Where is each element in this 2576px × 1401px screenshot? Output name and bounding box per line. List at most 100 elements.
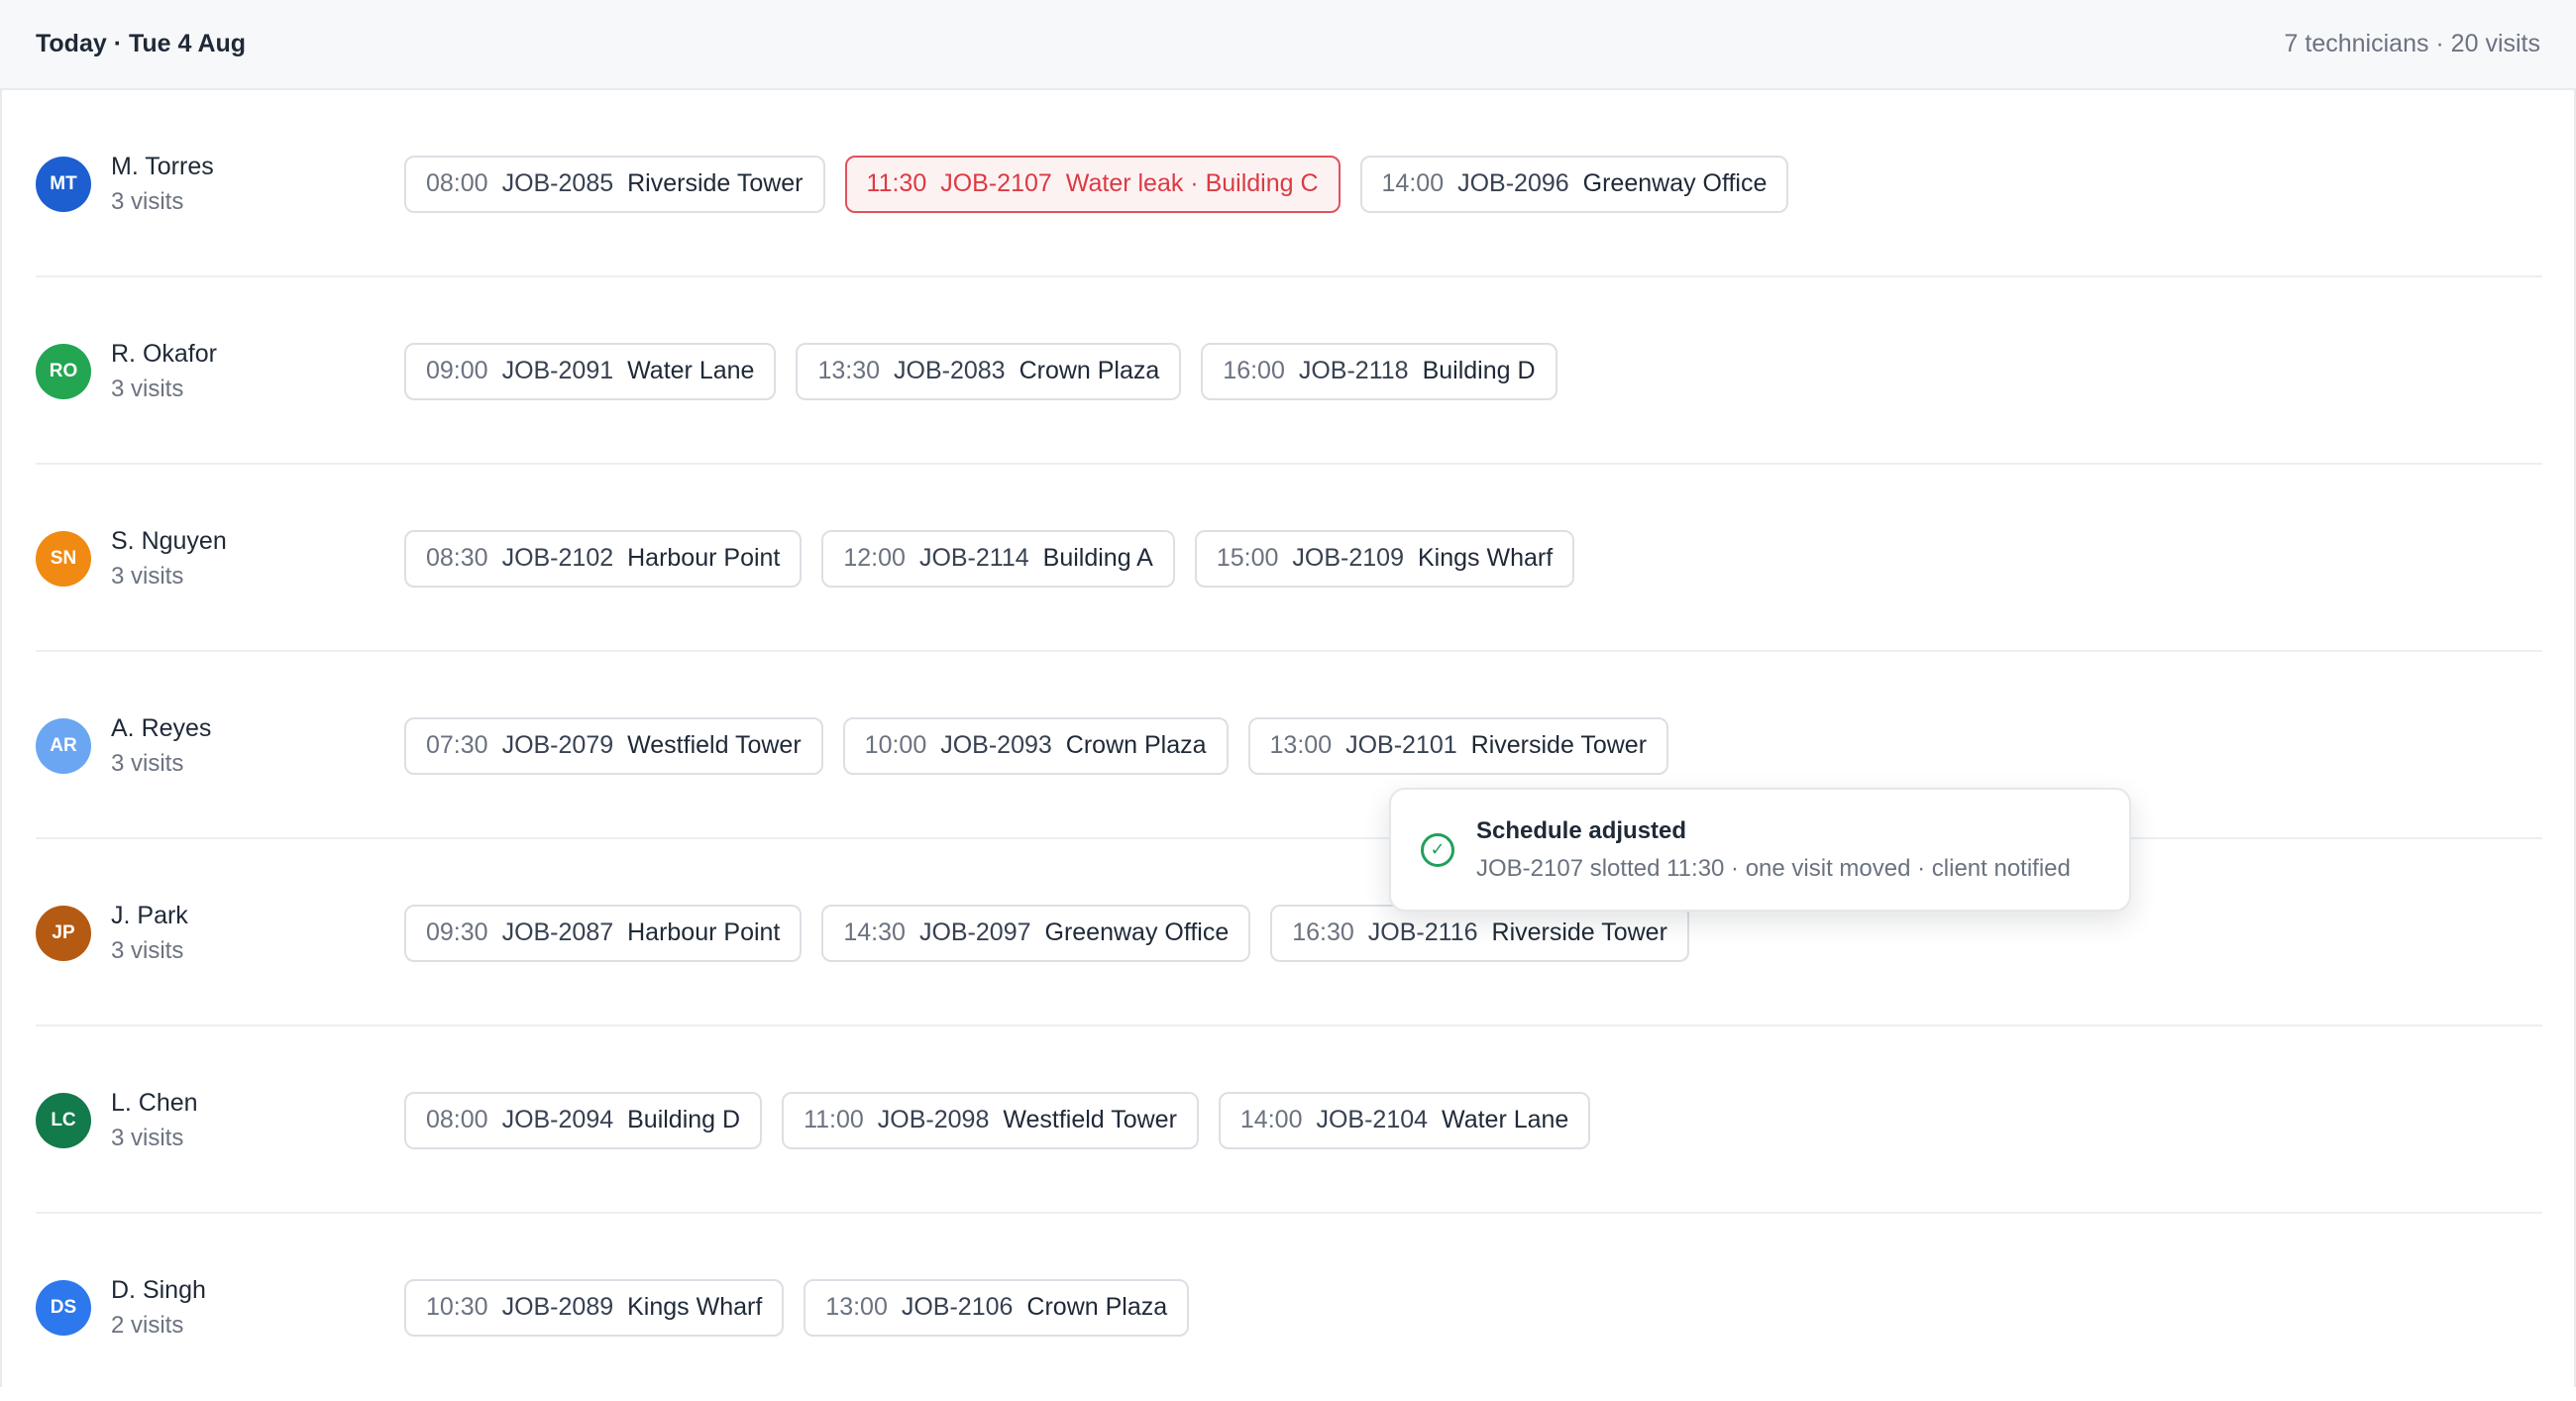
technician-info[interactable]: LC L. Chen 3 visits: [36, 1026, 198, 1214]
visit-time: 09:30: [426, 918, 488, 946]
visit-chip[interactable]: 12:00 JOB-2114 Building A: [821, 529, 1175, 588]
visit-count: 2 visits: [111, 1311, 184, 1339]
technician-name: J. Park: [111, 901, 188, 929]
technician-row: SN S. Nguyen 3 visits 08:30 JOB-2102 Harbour …: [36, 465, 2542, 652]
visit-chip[interactable]: 16:00 JOB-2118 Building D: [1201, 342, 1557, 400]
visit-site: Westfield Tower: [1003, 1106, 1177, 1133]
visit-job-id: JOB-2089: [501, 1293, 614, 1321]
visit-job-id: JOB-2087: [501, 918, 614, 946]
technician-info[interactable]: JP J. Park 3 visits: [36, 839, 188, 1026]
visit-site: Water Lane: [627, 357, 755, 384]
visit-job-id: JOB-2102: [501, 544, 614, 572]
frame-border-left: [0, 90, 2, 1387]
schedule-summary: 7 technicians · 20 visits: [2284, 30, 2540, 57]
technician-info[interactable]: DS D. Singh 2 visits: [36, 1214, 206, 1401]
visit-job-id: JOB-2094: [501, 1106, 614, 1133]
visit-time: 10:00: [864, 731, 927, 759]
technician-name: D. Singh: [111, 1275, 206, 1304]
visit-site: Crown Plaza: [1019, 357, 1160, 384]
technician-row: DS D. Singh 2 visits 10:30 JOB-2089 Kings Wha…: [36, 1214, 2542, 1401]
technician-name: M. Torres: [111, 152, 214, 180]
visit-chip[interactable]: 10:30 JOB-2089 Kings Wharf: [404, 1278, 785, 1337]
visit-time: 08:00: [426, 169, 488, 197]
visit-site: Water leak · Building C: [1065, 169, 1319, 197]
visit-time: 15:00: [1216, 544, 1279, 572]
page-title: Today · Tue 4 Aug: [36, 30, 247, 57]
visit-chip[interactable]: 08:00 JOB-2094 Building D: [404, 1091, 763, 1149]
technician-info[interactable]: RO R. Okafor 3 visits: [36, 277, 217, 465]
visit-time: 11:00: [804, 1106, 864, 1133]
visit-site: Kings Wharf: [1417, 544, 1554, 572]
visit-chip[interactable]: 07:30 JOB-2079 Westfield Tower: [404, 716, 823, 775]
toast-title: Schedule adjusted: [1476, 816, 1687, 844]
visit-job-id: JOB-2101: [1345, 731, 1457, 759]
visit-chip[interactable]: 13:00 JOB-2106 Crown Plaza: [804, 1278, 1190, 1337]
avatar: LC: [36, 1092, 91, 1148]
visit-site: Building D: [1422, 357, 1536, 384]
visit-job-id: JOB-2083: [894, 357, 1006, 384]
visit-site: Harbour Point: [627, 918, 781, 946]
visit-site: Riverside Tower: [627, 169, 804, 197]
toast-message: JOB-2107 slotted 11:30 · one visit moved…: [1476, 854, 2071, 882]
visit-chip[interactable]: 14:00 JOB-2104 Water Lane: [1218, 1091, 1591, 1149]
visit-time: 16:00: [1223, 357, 1285, 384]
visit-chip[interactable]: 16:30 JOB-2116 Riverside Tower: [1270, 904, 1689, 962]
visit-chip-urgent[interactable]: 11:30 JOB-2107 Water leak · Building C: [844, 155, 1341, 213]
visit-job-id: JOB-2114: [918, 544, 1029, 572]
avatar: MT: [36, 156, 91, 212]
visit-time: 14:00: [1381, 169, 1445, 197]
technician-name: A. Reyes: [111, 713, 212, 742]
visit-chip[interactable]: 15:00 JOB-2109 Kings Wharf: [1194, 529, 1575, 588]
visit-job-id: JOB-2098: [877, 1106, 990, 1133]
visit-list: 09:00 JOB-2091 Water Lane 13:30 JOB-2083 Crow…: [404, 277, 1577, 465]
visit-time: 13:00: [1269, 731, 1333, 759]
visit-time: 07:30: [426, 731, 488, 759]
visit-site: Building D: [627, 1106, 741, 1133]
visit-chip[interactable]: 09:30 JOB-2087 Harbour Point: [404, 904, 803, 962]
technician-name: S. Nguyen: [111, 526, 227, 555]
visit-site: Crown Plaza: [1065, 731, 1207, 759]
technician-name: L. Chen: [111, 1088, 198, 1117]
visit-chip[interactable]: 08:00 JOB-2085 Riverside Tower: [404, 155, 825, 213]
visit-site: Kings Wharf: [627, 1293, 763, 1321]
visit-site: Harbour Point: [627, 544, 781, 572]
visit-chip[interactable]: 10:00 JOB-2093 Crown Plaza: [842, 716, 1229, 775]
visit-site: Greenway Office: [1582, 169, 1768, 197]
visit-job-id: JOB-2091: [501, 357, 614, 384]
visit-chip[interactable]: 13:30 JOB-2083 Crown Plaza: [796, 342, 1182, 400]
visit-site: Crown Plaza: [1026, 1293, 1168, 1321]
visit-site: Greenway Office: [1044, 918, 1230, 946]
visit-time: 11:30: [866, 169, 927, 197]
visit-chip[interactable]: 14:00 JOB-2096 Greenway Office: [1359, 155, 1789, 213]
visit-time: 09:00: [426, 357, 488, 384]
visit-job-id: JOB-2093: [940, 731, 1052, 759]
visit-chip[interactable]: 11:00 JOB-2098 Westfield Tower: [782, 1091, 1199, 1149]
visit-chip[interactable]: 08:30 JOB-2102 Harbour Point: [404, 529, 803, 588]
visit-chip[interactable]: 14:30 JOB-2097 Greenway Office: [821, 904, 1251, 962]
visit-list: 08:00 JOB-2085 Riverside Tower 11:30 JOB-210…: [404, 90, 1808, 277]
visit-time: 12:00: [843, 544, 906, 572]
technician-info[interactable]: AR A. Reyes 3 visits: [36, 652, 211, 839]
toast-notification: ✓ Schedule adjusted JOB-2107 slotted 11:…: [1389, 788, 2131, 912]
technician-info[interactable]: MT M. Torres 3 visits: [36, 90, 214, 277]
technician-row: JP J. Park 3 visits 09:30 JOB-2087 Harbour Po…: [36, 839, 2542, 1026]
visit-count: 3 visits: [111, 936, 184, 964]
visit-site: Westfield Tower: [627, 731, 802, 759]
visit-time: 08:30: [426, 544, 488, 572]
visit-job-id: JOB-2097: [918, 918, 1031, 946]
technician-info[interactable]: SN S. Nguyen 3 visits: [36, 465, 227, 652]
visit-count: 3 visits: [111, 1124, 184, 1151]
visit-list: 08:00 JOB-2094 Building D 11:00 JOB-2098 West…: [404, 1026, 1610, 1214]
visit-time: 08:00: [426, 1106, 488, 1133]
avatar: AR: [36, 717, 91, 774]
visit-job-id: JOB-2096: [1457, 169, 1569, 197]
visit-chip[interactable]: 09:00 JOB-2091 Water Lane: [404, 342, 777, 400]
visit-site: Building A: [1042, 544, 1153, 572]
visit-job-id: JOB-2107: [940, 169, 1052, 197]
visit-list: 08:30 JOB-2102 Harbour Point 12:00 JOB-2114 B…: [404, 465, 1594, 652]
visit-chip[interactable]: 13:00 JOB-2101 Riverside Tower: [1247, 716, 1669, 775]
visit-count: 3 visits: [111, 749, 184, 777]
visit-count: 3 visits: [111, 562, 184, 590]
technician-row: AR A. Reyes 3 visits 07:30 JOB-2079 Westfield…: [36, 652, 2542, 839]
avatar: DS: [36, 1279, 91, 1336]
